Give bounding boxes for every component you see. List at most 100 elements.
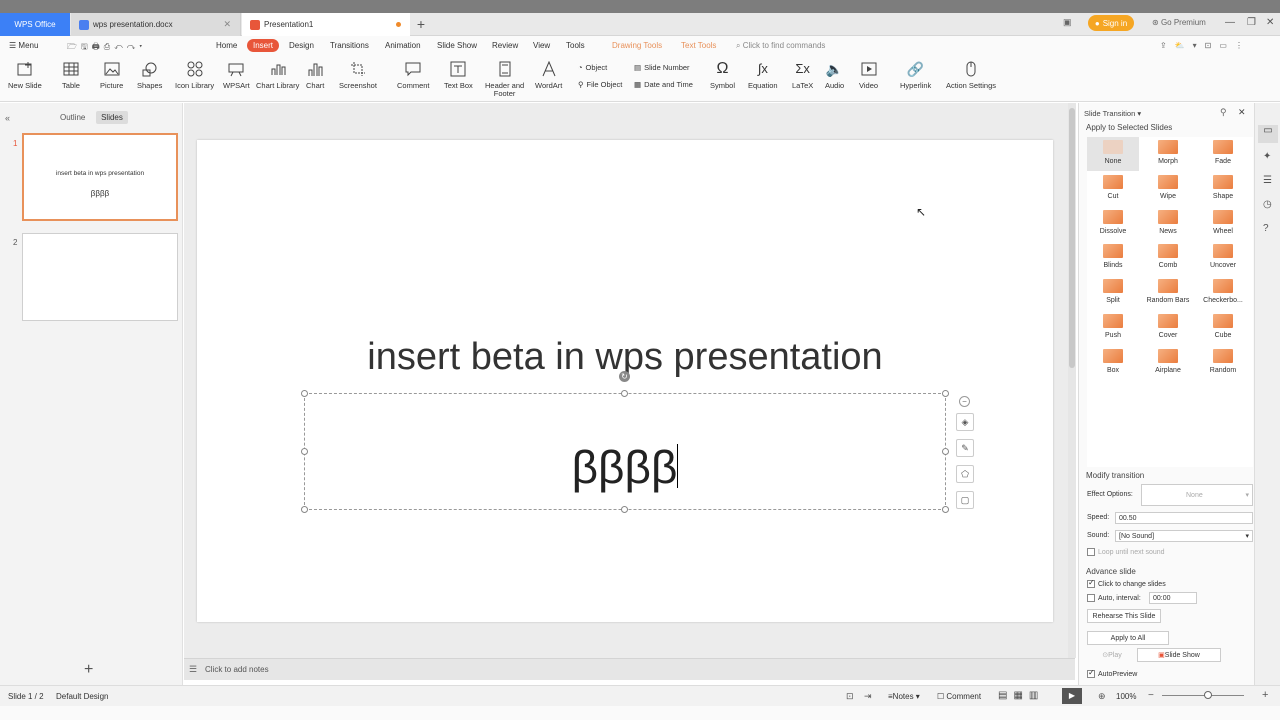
autopreview-checkbox[interactable]: AutoPreview	[1087, 668, 1137, 678]
fit-icon[interactable]: ⊡	[846, 691, 854, 702]
view-mode-icons[interactable]: ▤▦▥	[998, 690, 1044, 701]
close-window-icon[interactable]: ✕	[1266, 17, 1274, 28]
picture-button[interactable]: Picture	[100, 60, 123, 90]
transition-morph[interactable]: Morph	[1142, 137, 1194, 171]
transition-split[interactable]: Split	[1087, 276, 1139, 310]
tab-wps-office[interactable]: WPS Office	[0, 13, 70, 36]
tab-document[interactable]: wps presentation.docx ✕	[71, 13, 241, 36]
loop-checkbox[interactable]: Loop until next sound	[1087, 548, 1165, 556]
slides-tab[interactable]: Slides	[96, 111, 128, 124]
transition-push[interactable]: Push	[1087, 311, 1139, 345]
speed-input[interactable]: 00.50	[1115, 512, 1253, 524]
tab-drawing-tools[interactable]: Drawing Tools	[612, 41, 662, 50]
properties-icon[interactable]: ☰	[1263, 175, 1272, 186]
header-footer-button[interactable]: Header and Footer	[485, 60, 524, 98]
collapse-panel-icon[interactable]: «	[5, 113, 10, 123]
zoom-out-icon[interactable]: −	[1148, 690, 1154, 701]
file-object-button[interactable]: ⚲ File Object	[578, 80, 622, 89]
notes-placeholder[interactable]: Click to add notes	[205, 665, 269, 674]
transition-checkerbo[interactable]: Checkerbo...	[1197, 276, 1249, 310]
resize-handle[interactable]	[942, 390, 949, 397]
resize-handle[interactable]	[621, 390, 628, 397]
zoom-value[interactable]: 100%	[1116, 692, 1136, 701]
transition-none[interactable]: None	[1087, 137, 1139, 171]
pin-icon[interactable]: ⚲	[1220, 107, 1227, 118]
tab-view[interactable]: View	[533, 41, 550, 50]
tab-transitions[interactable]: Transitions	[330, 41, 369, 50]
latex-button[interactable]: Σx LaTeX	[792, 60, 813, 90]
restore-icon[interactable]: ❐	[1247, 17, 1256, 28]
text-box-button[interactable]: Text Box	[444, 60, 473, 90]
panel-header[interactable]: Slide Transition ▾	[1084, 109, 1141, 118]
tab-slide-show[interactable]: Slide Show	[437, 41, 477, 50]
video-button[interactable]: Video	[859, 60, 878, 90]
transition-box[interactable]: Box	[1087, 346, 1139, 380]
share-tools[interactable]: ⇪⛅▾⊡▭⋮	[1160, 41, 1251, 50]
shapes-button[interactable]: Shapes	[137, 60, 162, 90]
click-change-checkbox[interactable]: Click to change slides	[1087, 578, 1166, 588]
table-button[interactable]: Table	[62, 60, 80, 90]
animation-pane-icon[interactable]: ✦	[1263, 151, 1271, 162]
play-slideshow-button[interactable]: ▶	[1062, 688, 1082, 704]
transition-cover[interactable]: Cover	[1142, 311, 1194, 345]
zoom-slider[interactable]	[1162, 695, 1244, 696]
transition-comb[interactable]: Comb	[1142, 241, 1194, 275]
effect-options-select[interactable]: None ▾	[1141, 484, 1253, 506]
comment-toggle[interactable]: ☐ Comment	[937, 692, 981, 701]
slide-thumbnail[interactable]: insert beta in wps presentation ββββ	[22, 133, 178, 221]
date-time-button[interactable]: ▦ Date and Time	[634, 80, 693, 89]
tab-design[interactable]: Design	[289, 41, 314, 50]
scroll-thumb[interactable]	[1069, 108, 1075, 368]
transition-wheel[interactable]: Wheel	[1197, 207, 1249, 241]
zoom-options-icon[interactable]: ⊕	[1098, 691, 1106, 702]
command-search[interactable]: ⌕ Click to find commands	[736, 41, 825, 51]
slide-body-text[interactable]: ββββ	[305, 444, 945, 490]
icon-library-button[interactable]: Icon Library	[175, 60, 214, 90]
transition-wipe[interactable]: Wipe	[1142, 172, 1194, 206]
resize-handle[interactable]	[301, 390, 308, 397]
tab-tools[interactable]: Tools	[566, 41, 585, 50]
zoom-slider-thumb[interactable]	[1204, 691, 1212, 699]
screenshot-button[interactable]: Screenshot	[339, 60, 377, 90]
sound-select[interactable]: [No Sound] ▾	[1115, 530, 1253, 542]
resize-handle[interactable]	[301, 448, 308, 455]
history-icon[interactable]: ◷	[1263, 199, 1272, 210]
audio-button[interactable]: 🔈 Audio	[825, 60, 844, 90]
quick-access-toolbar[interactable]: 🗁🖫🖨⎙↶↷▾	[67, 41, 146, 55]
tab-home[interactable]: Home	[216, 41, 237, 50]
collapse-float-icon[interactable]: −	[959, 396, 970, 407]
tab-text-tools[interactable]: Text Tools	[681, 41, 716, 50]
resize-handle[interactable]	[942, 448, 949, 455]
subtitle-textbox[interactable]: ββββ	[304, 393, 946, 510]
vertical-scrollbar[interactable]	[1068, 103, 1076, 658]
tab-presentation[interactable]: Presentation1	[242, 13, 410, 36]
design-name[interactable]: Default Design	[56, 692, 108, 701]
wpsart-button[interactable]: WPSArt	[223, 60, 250, 90]
frame-icon[interactable]: ▢	[956, 491, 974, 509]
interval-input[interactable]: 00:00	[1149, 592, 1197, 604]
transition-random-bars[interactable]: Random Bars	[1142, 276, 1194, 310]
wordart-button[interactable]: WordArt	[535, 60, 562, 90]
new-slide-button[interactable]: New Slide	[8, 60, 42, 90]
notes-bar[interactable]: ☰ Click to add notes	[184, 658, 1075, 680]
transition-airplane[interactable]: Airplane	[1142, 346, 1194, 380]
play-button[interactable]: ⊙ Play	[1087, 648, 1137, 662]
add-slide-button[interactable]: +	[84, 661, 93, 679]
hyperlink-button[interactable]: 🔗 Hyperlink	[900, 60, 931, 90]
slide-number-button[interactable]: ▤ Slide Number	[634, 63, 690, 72]
rehearse-button[interactable]: Rehearse This Slide	[1087, 609, 1161, 623]
resize-handle[interactable]	[301, 506, 308, 513]
transition-blinds[interactable]: Blinds	[1087, 241, 1139, 275]
transition-cube[interactable]: Cube	[1197, 311, 1249, 345]
action-settings-button[interactable]: Action Settings	[946, 60, 996, 90]
minimize-icon[interactable]: —	[1225, 17, 1235, 28]
close-icon[interactable]: ✕	[1238, 107, 1246, 118]
workspace-icon[interactable]: ▣	[1063, 17, 1072, 28]
chart-library-button[interactable]: Chart Library	[256, 60, 299, 90]
go-premium-button[interactable]: ⊛ Go Premium	[1152, 18, 1206, 27]
reading-icon[interactable]: ⇥	[864, 691, 872, 702]
outline-tab[interactable]: Outline	[60, 113, 85, 122]
transition-dissolve[interactable]: Dissolve	[1087, 207, 1139, 241]
slide-thumbnail[interactable]	[22, 233, 178, 321]
slide-show-button[interactable]: ▣ Slide Show	[1137, 648, 1221, 662]
